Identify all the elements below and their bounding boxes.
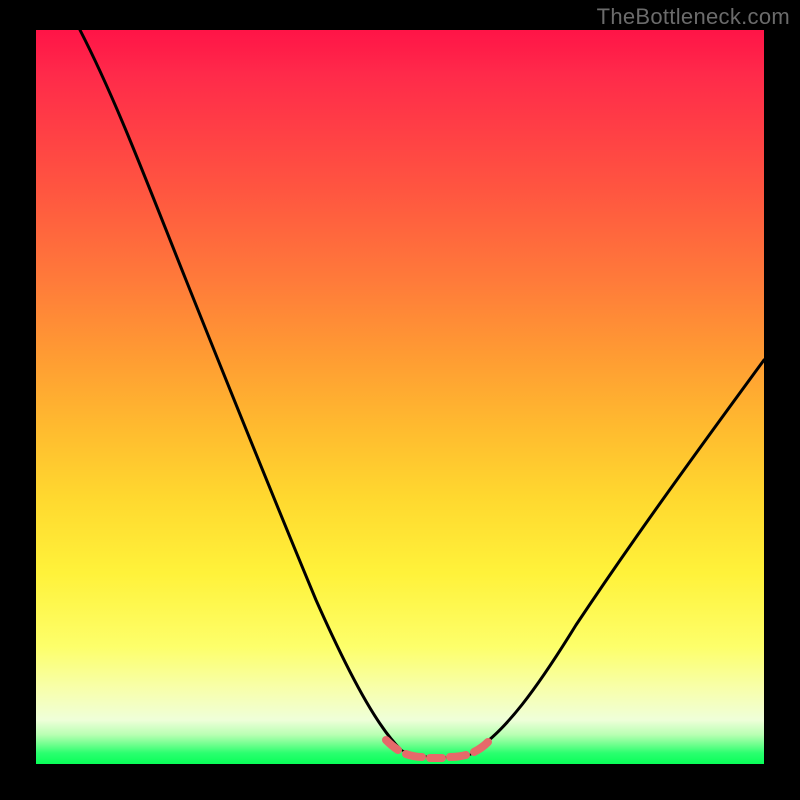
curve-left-branch xyxy=(80,30,401,750)
chart-frame: TheBottleneck.com xyxy=(0,0,800,800)
watermark-text: TheBottleneck.com xyxy=(597,4,790,30)
curve-right-branch xyxy=(476,360,764,750)
plot-area xyxy=(36,30,764,764)
curve-layer xyxy=(36,30,764,764)
valley-marker xyxy=(386,740,488,758)
